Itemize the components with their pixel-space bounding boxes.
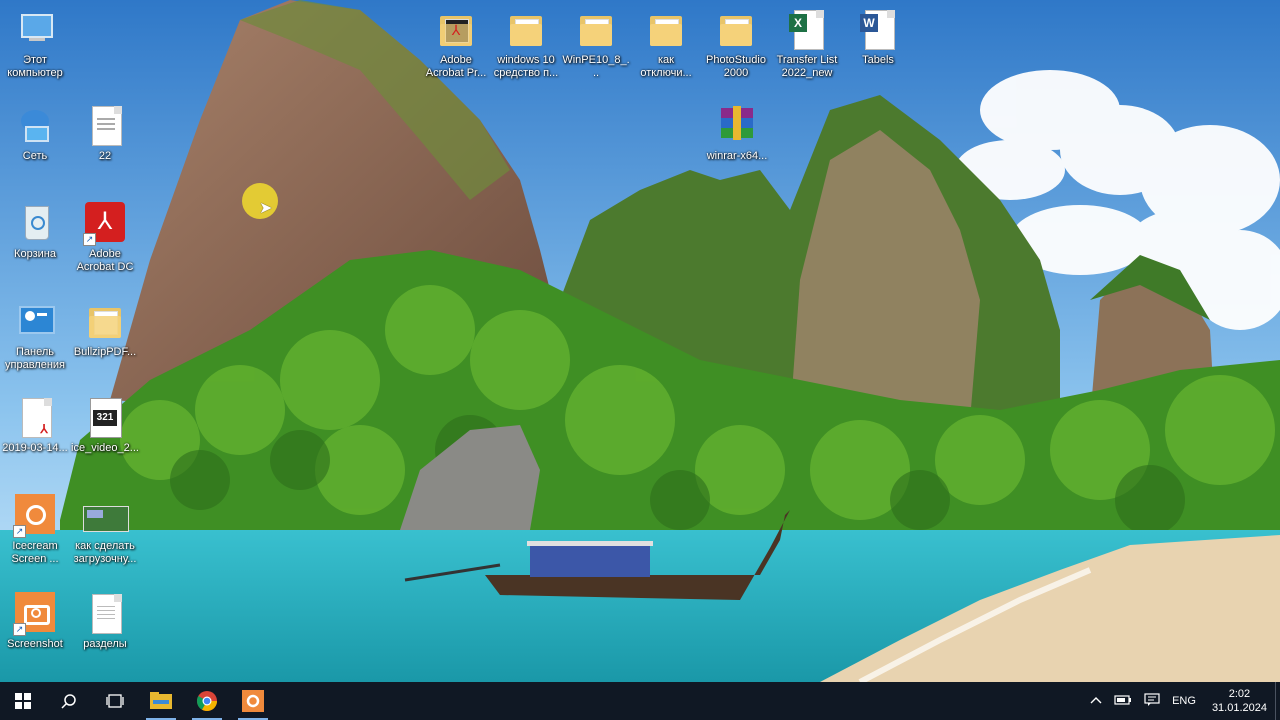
desktop-icon-boot-video[interactable]: как сделать загрузочну... bbox=[70, 494, 140, 566]
clock[interactable]: 2:02 31.01.2024 bbox=[1212, 687, 1267, 715]
desktop-icon-label: PhotoStudio 2000 bbox=[706, 54, 766, 79]
desktop-icon-kak-otkl[interactable]: как отключи... bbox=[631, 8, 701, 80]
icecream-screen-recorder-icon: ↗ bbox=[13, 494, 57, 538]
chrome-icon bbox=[197, 691, 217, 711]
show-hidden-icons-chevron-icon[interactable] bbox=[1090, 695, 1102, 707]
desktop-icon-label: ice_video_2... bbox=[71, 442, 139, 454]
adobe-acrobat-pro-icon: ⅄ bbox=[434, 8, 478, 52]
network-icon bbox=[13, 104, 57, 148]
desktop-icon-label: 2019-03-14... bbox=[2, 442, 68, 454]
text-document-icon bbox=[83, 592, 127, 636]
taskbar: ENG 2:02 31.01.2024 bbox=[0, 682, 1280, 720]
desktop-icon-label: Screenshot bbox=[7, 638, 63, 650]
desktop-icon-label: winrar-x64... bbox=[706, 150, 768, 162]
video-file-icon: 321 bbox=[83, 396, 127, 440]
desktop-icon-label: Tabels bbox=[862, 54, 894, 66]
desktop-icon-label: windows 10 средство п... bbox=[493, 54, 559, 79]
desktop-icon-recycle-bin[interactable]: Корзина bbox=[0, 202, 70, 261]
desktop-icon-label: как отключи... bbox=[640, 54, 692, 79]
recycle-bin-icon bbox=[13, 202, 57, 246]
clock-date: 31.01.2024 bbox=[1211, 702, 1267, 714]
desktop-icon-bullzip[interactable]: BullzipPDF... bbox=[70, 300, 140, 359]
desktop-icon-doc-22[interactable]: 22 bbox=[70, 104, 140, 163]
desktop-icon-screenshot[interactable]: ↗ Screenshot bbox=[0, 592, 70, 651]
battery-power-icon[interactable] bbox=[1114, 694, 1132, 709]
desktop-icon-icecream[interactable]: ↗ Icecream Screen ... bbox=[0, 494, 70, 566]
adobe-acrobat-icon: ⅄ ↗ bbox=[83, 202, 127, 246]
mouse-cursor-icon: ➤ bbox=[259, 200, 273, 217]
screenshot-camera-icon: ↗ bbox=[13, 592, 57, 636]
desktop-icon-label: Корзина bbox=[14, 248, 56, 260]
icecream-icon bbox=[242, 690, 264, 712]
icecream-taskbar-button[interactable] bbox=[230, 682, 276, 720]
shortcut-arrow-icon: ↗ bbox=[83, 233, 96, 246]
task-view-button[interactable] bbox=[92, 682, 138, 720]
desktop-icon-network[interactable]: Сеть bbox=[0, 104, 70, 163]
folder-icon bbox=[714, 8, 758, 52]
desktop-icon-control-panel[interactable]: Панель управления bbox=[0, 300, 70, 372]
system-tray: ENG 2:02 31.01.2024 bbox=[1084, 682, 1280, 720]
desktop-icon-adobe-pro[interactable]: ⅄ Adobe Acrobat Pr... bbox=[421, 8, 491, 80]
video-thumbnail-icon bbox=[83, 494, 129, 538]
computer-icon bbox=[13, 8, 57, 52]
language-indicator[interactable]: ENG bbox=[1172, 695, 1196, 707]
folder-icon bbox=[504, 8, 548, 52]
desktop-icon-win10[interactable]: windows 10 средство п... bbox=[491, 8, 561, 80]
shortcut-arrow-icon: ↗ bbox=[13, 525, 26, 538]
desktop-icon-razdely[interactable]: разделы bbox=[70, 592, 140, 651]
excel-file-icon: X bbox=[785, 8, 829, 52]
desktop-icon-label: BullzipPDF... bbox=[73, 346, 137, 358]
desktop-icon-ice-video[interactable]: 321 ice_video_2... bbox=[70, 396, 140, 455]
windows-logo-icon bbox=[15, 693, 31, 709]
desktop-icon-label: Панель управления bbox=[5, 346, 65, 371]
folder-icon bbox=[83, 300, 127, 344]
desktop-icon-label: Этот компьютер bbox=[7, 54, 63, 79]
desktop-icon-this-pc[interactable]: Этот компьютер bbox=[0, 8, 70, 80]
desktop-icon-adobe-dc[interactable]: ⅄ ↗ Adobe Acrobat DC bbox=[70, 202, 140, 274]
winrar-archive-icon bbox=[715, 104, 759, 148]
file-explorer-button[interactable] bbox=[138, 682, 184, 720]
desktop-icon-label: Adobe Acrobat Pr... bbox=[425, 54, 487, 79]
document-icon bbox=[83, 104, 127, 148]
notification-message-icon[interactable] bbox=[1144, 692, 1160, 710]
desktop-icon-label: как сделать загрузочну... bbox=[73, 540, 137, 565]
desktop-icon-label: разделы bbox=[83, 638, 127, 650]
desktop-icon-winrar[interactable]: winrar-x64... bbox=[702, 104, 772, 163]
desktop-icon-transfer[interactable]: X Transfer List 2022_new bbox=[772, 8, 842, 80]
desktop-wallpaper bbox=[0, 0, 1280, 682]
desktop-icon-tabels[interactable]: W Tabels bbox=[843, 8, 913, 67]
desktop-icon-photostudio[interactable]: PhotoStudio 2000 bbox=[701, 8, 771, 80]
desktop-icon-label: Сеть bbox=[22, 150, 48, 162]
folder-icon bbox=[574, 8, 618, 52]
desktop-icon-pdf-2019[interactable]: ⅄ 2019-03-14... bbox=[0, 396, 70, 455]
control-panel-icon bbox=[13, 300, 57, 344]
search-button[interactable] bbox=[46, 682, 92, 720]
desktop-icon-winpe[interactable]: WinPE10_8_... bbox=[561, 8, 631, 80]
desktop-icon-label: WinPE10_8_... bbox=[562, 54, 630, 79]
show-desktop-button[interactable] bbox=[1275, 682, 1280, 720]
desktop-icon-label: Adobe Acrobat DC bbox=[76, 248, 134, 273]
clock-time: 2:02 bbox=[1228, 688, 1251, 700]
file-explorer-icon bbox=[150, 692, 172, 709]
task-view-icon bbox=[106, 694, 124, 708]
search-icon bbox=[61, 694, 76, 709]
desktop-icon-label: 22 bbox=[98, 150, 112, 162]
desktop-icon-label: Transfer List 2022_new bbox=[776, 54, 838, 79]
chrome-button[interactable] bbox=[184, 682, 230, 720]
start-button[interactable] bbox=[0, 682, 46, 720]
folder-icon bbox=[644, 8, 688, 52]
desktop-icon-label: Icecream Screen ... bbox=[11, 540, 59, 565]
shortcut-arrow-icon: ↗ bbox=[13, 623, 26, 636]
word-file-icon: W bbox=[856, 8, 900, 52]
pdf-document-icon: ⅄ bbox=[13, 396, 57, 440]
